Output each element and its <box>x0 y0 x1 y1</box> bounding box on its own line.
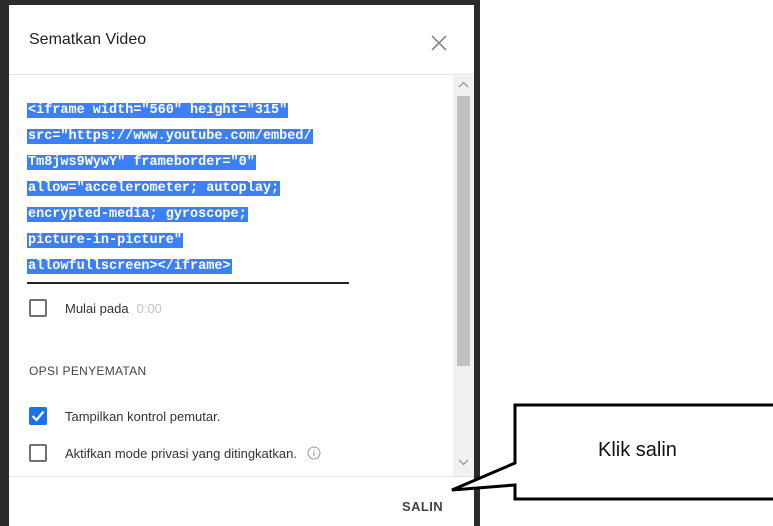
callout-text: Klik salin <box>598 439 677 461</box>
